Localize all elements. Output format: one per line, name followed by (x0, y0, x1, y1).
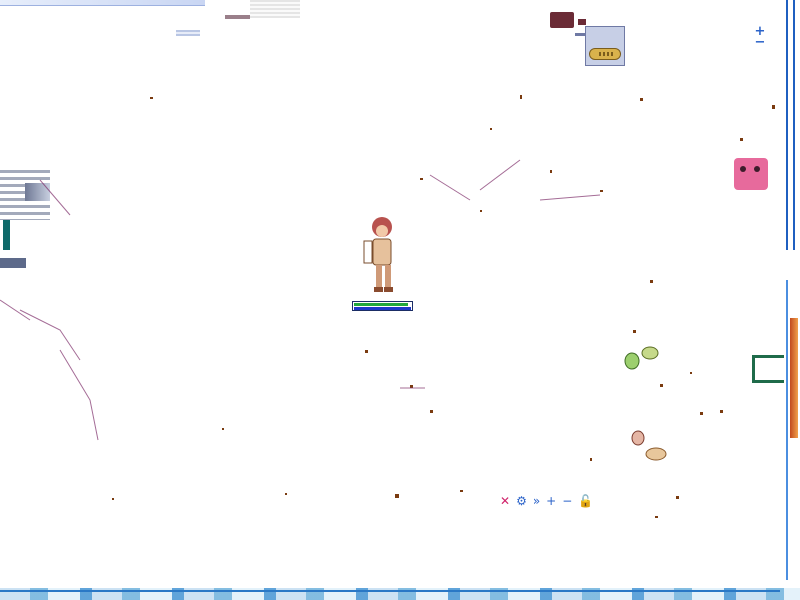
terrain-layer (0, 95, 775, 518)
plus-icon[interactable]: + (546, 494, 556, 508)
monster-worm[interactable] (628, 428, 670, 464)
player-hp-sp-bar (352, 301, 413, 311)
terrain-specks (112, 95, 775, 518)
close-x-icon[interactable]: ✕ (500, 494, 510, 508)
bottom-chat-strip-line (0, 590, 780, 592)
terrain-scratches (0, 159, 601, 441)
hp-fill (354, 303, 408, 306)
player-character[interactable] (358, 213, 402, 299)
fast-forward-icon[interactable]: » (533, 494, 540, 508)
minus-icon[interactable]: − (562, 494, 572, 508)
lock-icon[interactable]: 🔓 (578, 494, 593, 508)
status-icon-bar: ✕ ⚙ » + − 🔓 (500, 494, 593, 508)
sp-fill (354, 307, 411, 310)
gear-icon[interactable]: ⚙ (516, 494, 527, 508)
monster-green[interactable] (622, 345, 662, 375)
